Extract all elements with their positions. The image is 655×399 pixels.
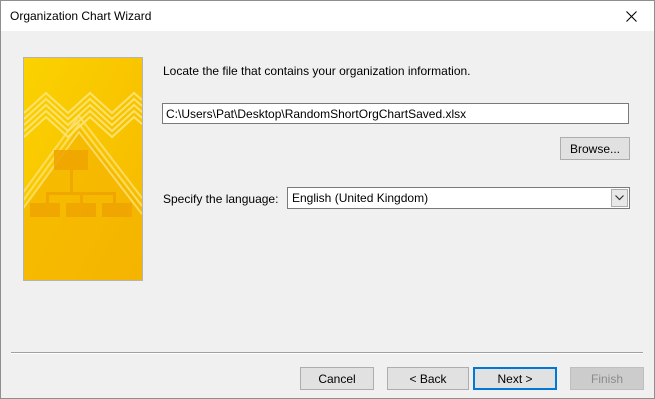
title-bar: Organization Chart Wizard <box>1 1 654 31</box>
next-button[interactable]: Next > <box>473 367 557 390</box>
chevron-down-icon <box>615 195 624 201</box>
back-button[interactable]: < Back <box>387 367 469 390</box>
language-dropdown[interactable]: English (United Kingdom) <box>287 187 630 209</box>
instruction-text: Locate the file that contains your organ… <box>163 64 471 78</box>
cancel-button[interactable]: Cancel <box>300 367 374 390</box>
dropdown-button[interactable] <box>611 189 628 207</box>
language-label: Specify the language: <box>163 192 279 206</box>
language-selected-value: English (United Kingdom) <box>292 191 429 205</box>
wizard-banner-image <box>23 57 143 281</box>
window-title: Organization Chart Wizard <box>10 9 152 23</box>
close-icon <box>625 10 637 22</box>
close-button[interactable] <box>608 1 654 31</box>
finish-button[interactable]: Finish <box>570 367 644 390</box>
org-chart-illustration <box>24 58 142 280</box>
browse-button[interactable]: Browse... <box>560 137 630 160</box>
file-path-input[interactable] <box>162 103 629 124</box>
wizard-window: Organization Chart Wizard Locate the fil… <box>0 0 655 399</box>
footer-separator <box>11 352 643 354</box>
